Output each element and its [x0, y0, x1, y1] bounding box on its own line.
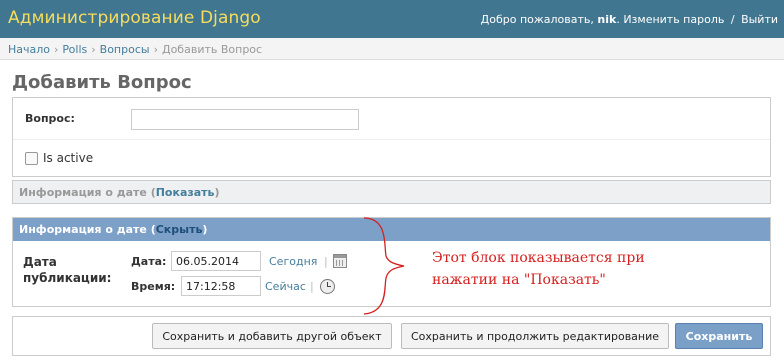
save-button[interactable]: Сохранить — [675, 323, 763, 349]
is-active-checkbox[interactable] — [25, 152, 38, 165]
logout-link[interactable]: Выйти — [741, 13, 778, 26]
annotation-brace — [363, 217, 405, 315]
calendar-icon[interactable] — [333, 254, 347, 268]
breadcrumb-polls[interactable]: Polls — [62, 43, 87, 56]
user-tools-separator: / — [730, 13, 735, 26]
breadcrumb-current: Добавить Вопрос — [161, 43, 263, 56]
time-input[interactable] — [181, 276, 261, 296]
annotation-text: Этот блок показывается при нажатии на "П… — [432, 250, 645, 288]
username: nik — [597, 13, 617, 26]
date-input[interactable] — [171, 251, 261, 271]
submit-row: Сохранить и добавить другой объект Сохра… — [12, 316, 771, 356]
is-active-label[interactable]: Is active — [43, 151, 93, 165]
now-link[interactable]: Сейчас — [265, 280, 306, 293]
save-and-add-another-button[interactable]: Сохранить и добавить другой объект — [152, 323, 392, 349]
shortcut-separator: | — [310, 280, 314, 293]
site-branding: Администрирование Django — [8, 8, 261, 28]
date-label: Дата: — [131, 255, 167, 268]
breadcrumb-home[interactable]: Начало — [8, 43, 50, 56]
expanded-fieldset-title: Информация о дате (Скрыть) — [19, 223, 208, 236]
shortcut-separator: | — [324, 255, 328, 268]
page-title: Добавить Вопрос — [12, 72, 192, 93]
breadcrumb-questions[interactable]: Вопросы — [100, 43, 150, 56]
breadcrumb: Начало › Polls › Вопросы › Добавить Вопрос — [0, 38, 784, 60]
user-tools: Добро пожаловать, nik. Изменить пароль /… — [480, 13, 778, 26]
clock-icon[interactable] — [320, 279, 335, 294]
show-link[interactable]: Показать — [156, 186, 215, 199]
question-label: Вопрос: — [25, 112, 75, 125]
header: Администрирование Django Добро пожаловат… — [0, 0, 784, 38]
welcome-text: Добро пожаловать, — [480, 13, 594, 26]
hide-link[interactable]: Скрыть — [156, 223, 203, 236]
collapsed-fieldset-title: Информация о дате (Показать) — [19, 186, 220, 199]
question-input[interactable] — [131, 109, 359, 130]
save-and-continue-button[interactable]: Сохранить и продолжить редактирование — [401, 323, 669, 349]
time-label: Время: — [131, 280, 176, 293]
is-active-row: Is active — [13, 140, 770, 177]
change-password-link[interactable]: Изменить пароль — [623, 13, 724, 26]
main-fieldset: Вопрос: Is active — [12, 97, 771, 177]
question-row: Вопрос: — [13, 98, 770, 140]
today-link[interactable]: Сегодня — [269, 255, 317, 268]
date-fieldset-collapsed: Информация о дате (Показать) — [12, 180, 771, 204]
pub-date-label: Дата публикации: — [23, 255, 112, 285]
